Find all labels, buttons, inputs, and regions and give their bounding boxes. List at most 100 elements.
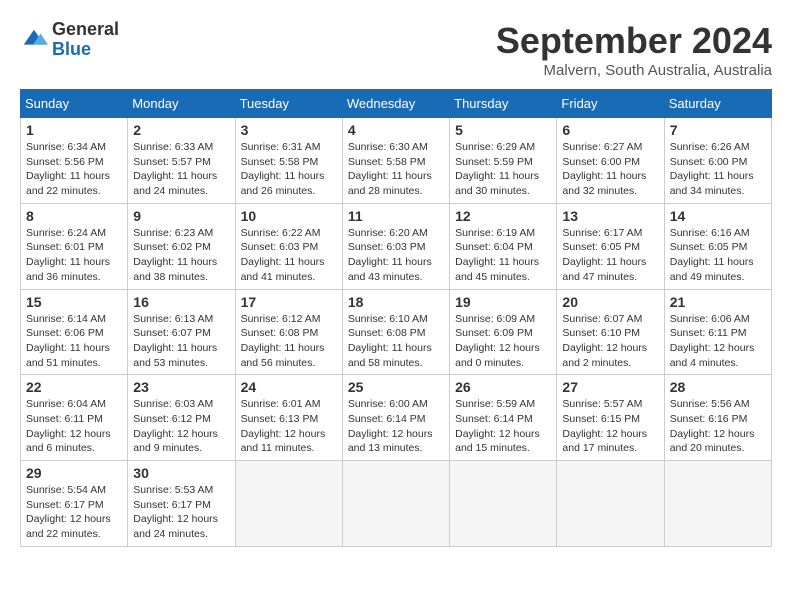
table-row: 22 Sunrise: 6:04 AM Sunset: 6:11 PM Dayli…: [21, 375, 128, 461]
day-number: 16: [133, 294, 229, 310]
table-row: 21Sunrise: 6:06 AM Sunset: 6:11 PM Dayli…: [664, 289, 771, 375]
table-row: 18Sunrise: 6:10 AM Sunset: 6:08 PM Dayli…: [342, 289, 449, 375]
header-saturday: Saturday: [664, 90, 771, 118]
day-content: Sunrise: 6:23 AM Sunset: 6:02 PM Dayligh…: [133, 226, 229, 285]
day-number: 25: [348, 379, 444, 395]
table-row: [235, 461, 342, 547]
table-row: 16 Sunrise: 6:13 AM Sunset: 6:07 PM Dayli…: [128, 289, 235, 375]
calendar-week-row: 15 Sunrise: 6:14 AM Sunset: 6:06 PM Dayli…: [21, 289, 772, 375]
day-content: Sunrise: 6:13 AM Sunset: 6:07 PM Dayligh…: [133, 312, 229, 371]
day-content: Sunrise: 6:07 AM Sunset: 6:10 PM Dayligh…: [562, 312, 658, 371]
day-content: Sunrise: 5:53 AM Sunset: 6:17 PM Dayligh…: [133, 483, 229, 542]
day-content: Sunrise: 6:26 AM Sunset: 6:00 PM Dayligh…: [670, 140, 766, 199]
day-content: Sunrise: 6:30 AM Sunset: 5:58 PM Dayligh…: [348, 140, 444, 199]
day-number: 12: [455, 208, 551, 224]
day-content: Sunrise: 6:06 AM Sunset: 6:11 PM Dayligh…: [670, 312, 766, 371]
table-row: 2Sunrise: 6:33 AM Sunset: 5:57 PM Daylig…: [128, 118, 235, 204]
table-row: 17 Sunrise: 6:12 AM Sunset: 6:08 PM Dayli…: [235, 289, 342, 375]
header-wednesday: Wednesday: [342, 90, 449, 118]
day-content: Sunrise: 6:22 AM Sunset: 6:03 PM Dayligh…: [241, 226, 337, 285]
table-row: 14Sunrise: 6:16 AM Sunset: 6:05 PM Dayli…: [664, 203, 771, 289]
table-row: 23Sunrise: 6:03 AM Sunset: 6:12 PM Dayli…: [128, 375, 235, 461]
table-row: 24 Sunrise: 6:01 AM Sunset: 6:13 PM Dayli…: [235, 375, 342, 461]
table-row: 12 Sunrise: 6:19 AM Sunset: 6:04 PM Dayli…: [450, 203, 557, 289]
day-number: 4: [348, 122, 444, 138]
page-header: General Blue September 2024 Malvern, Sou…: [20, 20, 772, 79]
day-number: 9: [133, 208, 229, 224]
header-tuesday: Tuesday: [235, 90, 342, 118]
day-number: 29: [26, 465, 122, 481]
table-row: 6 Sunrise: 6:27 AM Sunset: 6:00 PM Daylig…: [557, 118, 664, 204]
day-content: Sunrise: 6:29 AM Sunset: 5:59 PM Dayligh…: [455, 140, 551, 199]
table-row: [450, 461, 557, 547]
day-content: Sunrise: 6:14 AM Sunset: 6:06 PM Dayligh…: [26, 312, 122, 371]
logo-general-text: General: [52, 19, 119, 39]
day-number: 6: [562, 122, 658, 138]
table-row: 4 Sunrise: 6:30 AM Sunset: 5:58 PM Daylig…: [342, 118, 449, 204]
day-content: Sunrise: 6:31 AM Sunset: 5:58 PM Dayligh…: [241, 140, 337, 199]
day-number: 7: [670, 122, 766, 138]
table-row: 19Sunrise: 6:09 AM Sunset: 6:09 PM Dayli…: [450, 289, 557, 375]
day-number: 15: [26, 294, 122, 310]
month-title: September 2024: [496, 20, 772, 62]
header-thursday: Thursday: [450, 90, 557, 118]
table-row: [664, 461, 771, 547]
table-row: 15 Sunrise: 6:14 AM Sunset: 6:06 PM Dayli…: [21, 289, 128, 375]
table-row: 25 Sunrise: 6:00 AM Sunset: 6:14 PM Dayli…: [342, 375, 449, 461]
day-content: Sunrise: 6:01 AM Sunset: 6:13 PM Dayligh…: [241, 397, 337, 456]
day-number: 5: [455, 122, 551, 138]
logo: General Blue: [20, 20, 119, 60]
day-content: Sunrise: 6:10 AM Sunset: 6:08 PM Dayligh…: [348, 312, 444, 371]
table-row: 9 Sunrise: 6:23 AM Sunset: 6:02 PM Daylig…: [128, 203, 235, 289]
day-content: Sunrise: 5:59 AM Sunset: 6:14 PM Dayligh…: [455, 397, 551, 456]
table-row: 28Sunrise: 5:56 AM Sunset: 6:16 PM Dayli…: [664, 375, 771, 461]
table-row: 20 Sunrise: 6:07 AM Sunset: 6:10 PM Dayli…: [557, 289, 664, 375]
calendar-week-row: 1 Sunrise: 6:34 AM Sunset: 5:56 PM Daylig…: [21, 118, 772, 204]
header-sunday: Sunday: [21, 90, 128, 118]
table-row: 3 Sunrise: 6:31 AM Sunset: 5:58 PM Daylig…: [235, 118, 342, 204]
day-number: 26: [455, 379, 551, 395]
day-content: Sunrise: 6:12 AM Sunset: 6:08 PM Dayligh…: [241, 312, 337, 371]
days-header-row: Sunday Monday Tuesday Wednesday Thursday…: [21, 90, 772, 118]
day-number: 24: [241, 379, 337, 395]
day-number: 27: [562, 379, 658, 395]
table-row: [342, 461, 449, 547]
day-content: Sunrise: 6:09 AM Sunset: 6:09 PM Dayligh…: [455, 312, 551, 371]
day-content: Sunrise: 6:19 AM Sunset: 6:04 PM Dayligh…: [455, 226, 551, 285]
day-number: 13: [562, 208, 658, 224]
table-row: 5 Sunrise: 6:29 AM Sunset: 5:59 PM Daylig…: [450, 118, 557, 204]
day-content: Sunrise: 6:17 AM Sunset: 6:05 PM Dayligh…: [562, 226, 658, 285]
day-content: Sunrise: 6:04 AM Sunset: 6:11 PM Dayligh…: [26, 397, 122, 456]
day-content: Sunrise: 5:57 AM Sunset: 6:15 PM Dayligh…: [562, 397, 658, 456]
day-number: 1: [26, 122, 122, 138]
day-number: 17: [241, 294, 337, 310]
table-row: 1 Sunrise: 6:34 AM Sunset: 5:56 PM Daylig…: [21, 118, 128, 204]
day-number: 20: [562, 294, 658, 310]
table-row: 7 Sunrise: 6:26 AM Sunset: 6:00 PM Daylig…: [664, 118, 771, 204]
table-row: 30 Sunrise: 5:53 AM Sunset: 6:17 PM Dayli…: [128, 461, 235, 547]
day-number: 22: [26, 379, 122, 395]
calendar-week-row: 29 Sunrise: 5:54 AM Sunset: 6:17 PM Dayli…: [21, 461, 772, 547]
calendar-table: Sunday Monday Tuesday Wednesday Thursday…: [20, 89, 772, 547]
table-row: 26 Sunrise: 5:59 AM Sunset: 6:14 PM Dayli…: [450, 375, 557, 461]
day-content: Sunrise: 6:24 AM Sunset: 6:01 PM Dayligh…: [26, 226, 122, 285]
day-content: Sunrise: 6:00 AM Sunset: 6:14 PM Dayligh…: [348, 397, 444, 456]
day-content: Sunrise: 6:34 AM Sunset: 5:56 PM Dayligh…: [26, 140, 122, 199]
logo-blue-text: Blue: [52, 39, 91, 59]
day-content: Sunrise: 6:27 AM Sunset: 6:00 PM Dayligh…: [562, 140, 658, 199]
table-row: 11 Sunrise: 6:20 AM Sunset: 6:03 PM Dayli…: [342, 203, 449, 289]
day-number: 11: [348, 208, 444, 224]
day-number: 10: [241, 208, 337, 224]
table-row: 10 Sunrise: 6:22 AM Sunset: 6:03 PM Dayli…: [235, 203, 342, 289]
day-content: Sunrise: 6:33 AM Sunset: 5:57 PM Dayligh…: [133, 140, 229, 199]
calendar-week-row: 22 Sunrise: 6:04 AM Sunset: 6:11 PM Dayli…: [21, 375, 772, 461]
header-monday: Monday: [128, 90, 235, 118]
day-content: Sunrise: 5:54 AM Sunset: 6:17 PM Dayligh…: [26, 483, 122, 542]
table-row: 29 Sunrise: 5:54 AM Sunset: 6:17 PM Dayli…: [21, 461, 128, 547]
day-number: 3: [241, 122, 337, 138]
day-content: Sunrise: 6:20 AM Sunset: 6:03 PM Dayligh…: [348, 226, 444, 285]
table-row: [557, 461, 664, 547]
day-number: 23: [133, 379, 229, 395]
day-number: 30: [133, 465, 229, 481]
header-friday: Friday: [557, 90, 664, 118]
